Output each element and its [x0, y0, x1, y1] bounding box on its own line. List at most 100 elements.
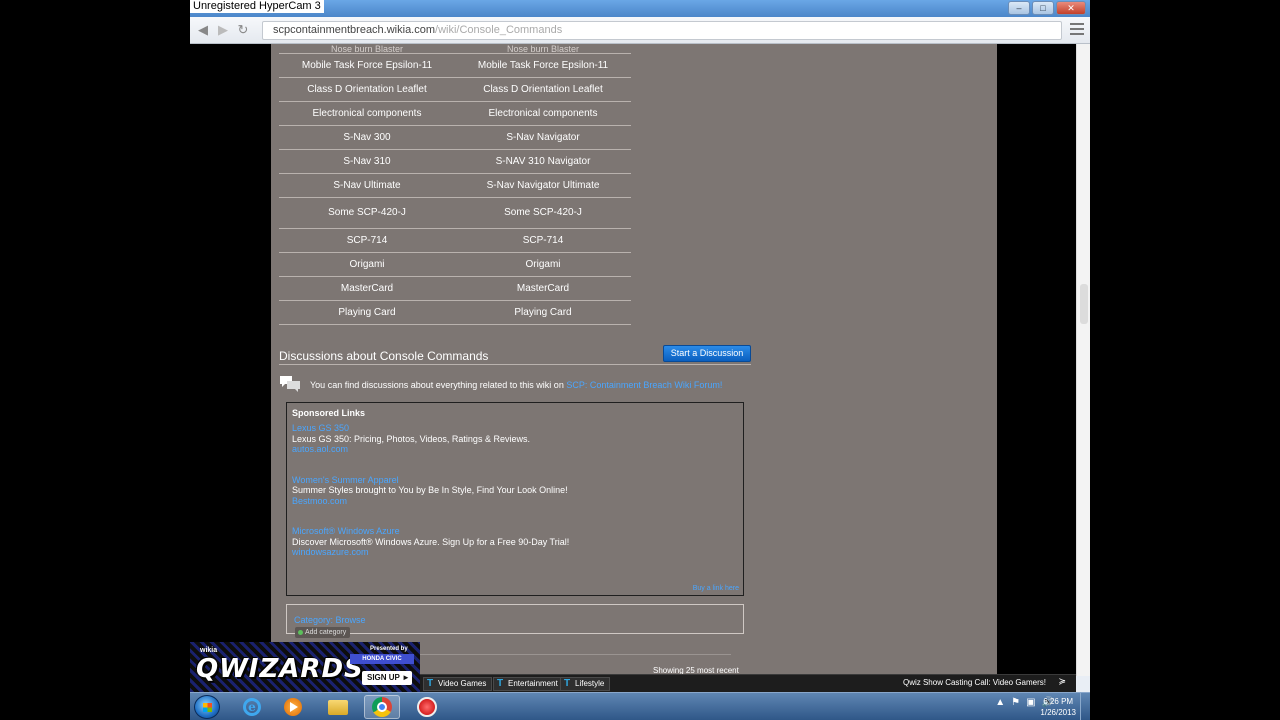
tab-lifestyle[interactable]: Lifestyle — [560, 677, 611, 691]
divider — [411, 654, 731, 655]
hypercam-watermark: Unregistered HyperCam 3 — [190, 0, 324, 13]
table-row: Nose burn Blaster Nose burn Blaster — [279, 44, 631, 54]
show-desktop-button[interactable] — [1080, 693, 1090, 720]
speech-bubbles-icon — [280, 376, 300, 392]
window-controls: – □ ✕ — [1008, 1, 1086, 15]
table-row: Class D Orientation Leaflet Class D Orie… — [279, 77, 631, 102]
table-cell: S-Nav 300 — [279, 125, 455, 150]
maximize-button[interactable]: □ — [1032, 1, 1054, 15]
forum-link[interactable]: SCP: Containment Breach Wiki Forum! — [566, 380, 722, 390]
taskbar: e ▲ ⚑ ▣ 🔊 6:26 PM 1/26/2013 — [190, 692, 1090, 720]
clock[interactable]: 6:26 PM 1/26/2013 — [1040, 696, 1076, 718]
browser-window: Unregistered HyperCam 3 – □ ✕ ◀ ▶ ↻ scpc… — [190, 0, 1090, 720]
ad-item: Women's Summer Apparel Summer Styles bro… — [292, 475, 738, 507]
table-cell: Class D Orientation Leaflet — [279, 77, 455, 102]
table-cell: Mobile Task Force Epsilon-11 — [455, 53, 631, 78]
network-icon[interactable]: ▣ — [1026, 697, 1035, 708]
table-row: SCP-714 SCP-714 — [279, 228, 631, 253]
internet-explorer-icon: e — [243, 698, 261, 716]
tab-entertainment[interactable]: Entertainment — [493, 677, 564, 691]
table-cell: S-Nav Ultimate — [279, 173, 455, 198]
table-cell: MasterCard — [455, 276, 631, 301]
url-host: scpcontainmentbreach.wikia.com — [273, 24, 436, 36]
ad-title-link[interactable]: Lexus GS 350 — [292, 423, 738, 434]
table-cell: Some SCP-420-J — [279, 197, 455, 229]
table-cell: Origami — [455, 252, 631, 277]
table-cell: SCP-714 — [455, 228, 631, 253]
taskbar-chrome[interactable] — [364, 695, 400, 719]
action-center-icon[interactable]: ⚑ — [1011, 697, 1020, 708]
clock-date: 1/26/2013 — [1040, 708, 1076, 717]
ad-title-link[interactable]: Women's Summer Apparel — [292, 475, 738, 486]
ad-url-link[interactable]: autos.aol.com — [292, 444, 738, 455]
table-cell: Playing Card — [455, 300, 631, 325]
table-cell: S-Nav 310 — [279, 149, 455, 174]
clock-time: 6:26 PM — [1043, 697, 1074, 706]
vertical-scrollbar[interactable] — [1076, 44, 1090, 676]
table-cell: Electronical components — [455, 101, 631, 126]
table-cell: Class D Orientation Leaflet — [455, 77, 631, 102]
table-row: Playing Card Playing Card — [279, 300, 631, 325]
menu-icon[interactable] — [1070, 23, 1084, 37]
url-path: /wiki/Console_Commands — [435, 24, 563, 36]
forward-icon[interactable]: ▶ — [214, 22, 232, 38]
discussions-description: You can find discussions about everythin… — [310, 380, 564, 390]
table-cell: S-NAV 310 Navigator — [455, 149, 631, 174]
sponsor-logo: HONDA CIVIC — [350, 654, 414, 664]
start-discussion-button[interactable]: Start a Discussion — [663, 345, 751, 362]
sponsored-heading: Sponsored Links — [292, 408, 366, 418]
item-table: Nose burn Blaster Nose burn Blaster Mobi… — [279, 44, 631, 325]
ad-description: Discover Microsoft® Windows Azure. Sign … — [292, 536, 570, 547]
table-row: S-Nav Ultimate S-Nav Navigator Ultimate — [279, 173, 631, 198]
taskbar-media-player[interactable] — [275, 695, 311, 719]
category-label[interactable]: Category: Browse — [294, 615, 366, 625]
tab-video-games[interactable]: Video Games — [423, 677, 493, 691]
media-player-icon — [284, 698, 302, 716]
show-hidden-icons-icon[interactable]: ▲ — [995, 697, 1005, 708]
ad-item: Lexus GS 350 Lexus GS 350: Pricing, Phot… — [292, 423, 738, 455]
table-cell: Mobile Task Force Epsilon-11 — [279, 53, 455, 78]
start-button[interactable] — [194, 695, 220, 719]
taskbar-ie[interactable]: e — [234, 695, 270, 719]
table-row: Electronical components Electronical com… — [279, 101, 631, 126]
back-icon[interactable]: ◀ — [194, 22, 212, 38]
qwizards-banner[interactable]: wikia QWIZARDS Presented by HONDA CIVIC … — [190, 642, 420, 692]
table-cell: S-Nav Navigator — [455, 125, 631, 150]
divider — [279, 364, 751, 365]
minimize-button[interactable]: – — [1008, 1, 1030, 15]
ad-description: Summer Styles brought to You by Be In St… — [292, 485, 568, 495]
folder-icon — [328, 699, 348, 715]
scrollbar-thumb[interactable] — [1080, 284, 1088, 324]
table-row: S-Nav 310 S-NAV 310 Navigator — [279, 149, 631, 174]
chevron-icon[interactable]: ≽ — [1058, 676, 1066, 687]
table-cell: Nose burn Blaster — [455, 44, 631, 54]
ad-url-link[interactable]: Bestmoo.com — [292, 496, 738, 507]
ad-item: Microsoft® Windows Azure Discover Micros… — [292, 526, 738, 558]
wikia-news-ticker[interactable]: Qwiz Show Casting Call: Video Gamers! — [903, 678, 1046, 687]
reload-icon[interactable]: ↻ — [234, 22, 252, 38]
address-bar[interactable]: scpcontainmentbreach.wikia.com/wiki/Cons… — [262, 21, 1062, 40]
taskbar-explorer[interactable] — [320, 695, 356, 719]
table-row: MasterCard MasterCard — [279, 276, 631, 301]
add-category-button[interactable]: Add category — [295, 627, 351, 638]
table-cell: S-Nav Navigator Ultimate — [455, 173, 631, 198]
table-cell: Origami — [279, 252, 455, 277]
title-bar[interactable]: Unregistered HyperCam 3 – □ ✕ — [190, 0, 1090, 17]
table-row: Origami Origami — [279, 252, 631, 277]
sponsored-links-box: Sponsored Links Lexus GS 350 Lexus GS 35… — [286, 402, 744, 596]
record-icon — [417, 697, 437, 717]
ad-title-link[interactable]: Microsoft® Windows Azure — [292, 526, 738, 537]
qwizards-logo: QWIZARDS — [196, 654, 364, 684]
table-cell: Some SCP-420-J — [455, 197, 631, 229]
sign-up-button[interactable]: SIGN UP ► — [362, 671, 412, 685]
chrome-icon — [372, 697, 392, 717]
buy-link[interactable]: Buy a link here — [693, 585, 739, 592]
ad-url-link[interactable]: windowsazure.com — [292, 547, 738, 558]
article-content: Nose burn Blaster Nose burn Blaster Mobi… — [271, 44, 997, 676]
table-row: Some SCP-420-J Some SCP-420-J — [279, 197, 631, 229]
taskbar-recorder[interactable] — [409, 695, 445, 719]
table-row: S-Nav 300 S-Nav Navigator — [279, 125, 631, 150]
table-cell: MasterCard — [279, 276, 455, 301]
qwiz-wikia-label: wikia — [200, 647, 218, 654]
close-button[interactable]: ✕ — [1056, 1, 1086, 15]
